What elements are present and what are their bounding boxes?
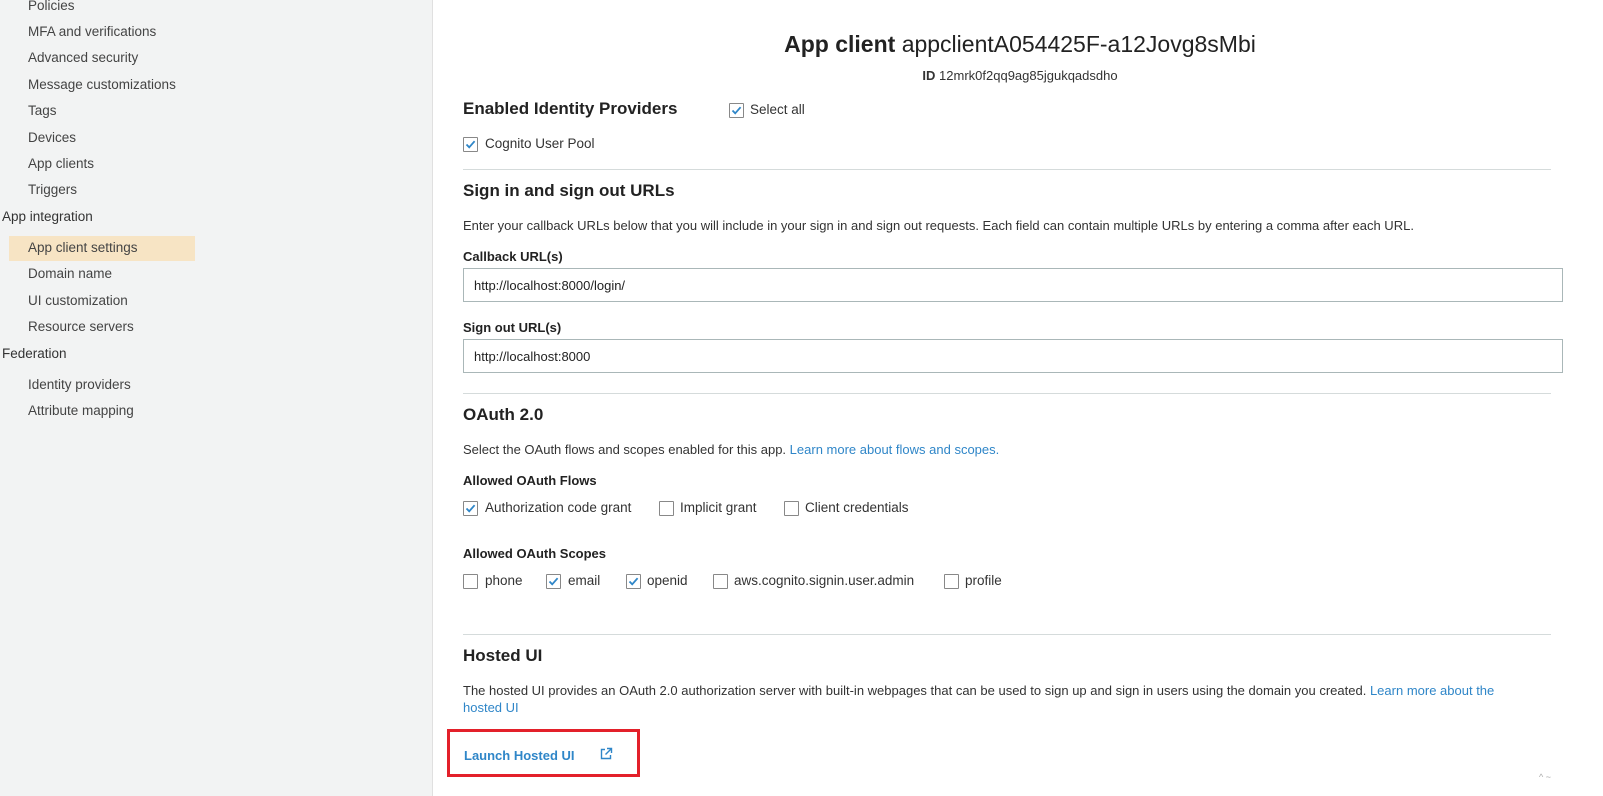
urls-description: Enter your callback URLs below that you … [463,218,1414,233]
signout-url-label: Sign out URL(s) [463,320,562,335]
sidebar-item-policies[interactable]: Policies [28,0,75,13]
checkmark-icon [548,577,559,586]
cognito-user-pool-checkbox[interactable] [463,137,478,152]
cognito-user-pool-label: Cognito User Pool [485,136,595,151]
sidebar-group-app-integration: App integration [2,209,93,224]
page-title-client-name: appclientA054425F-a12Jovg8sMbi [901,31,1256,57]
checkmark-icon [628,577,639,586]
hosted-ui-learn-more-link[interactable]: Learn more about the [1370,683,1494,698]
checkmark-icon [465,140,476,149]
sidebar-item-devices[interactable]: Devices [28,130,76,145]
scope-phone-label: phone [485,573,523,588]
sidebar-group-federation: Federation [2,346,67,361]
client-id-label: ID [922,68,936,83]
signout-url-input[interactable] [463,339,1563,373]
scroll-indicator-icon: ^ ~ [1539,772,1551,782]
oauth-description: Select the OAuth flows and scopes enable… [463,442,787,457]
client-id-value: 12mrk0f2qq9ag85jgukqadsdho [939,68,1118,83]
scope-email-checkbox[interactable] [546,574,561,589]
section-divider [463,393,1551,394]
external-link-icon[interactable] [599,747,613,766]
hosted-ui-title: Hosted UI [463,646,543,665]
sidebar-item-identity-providers[interactable]: Identity providers [28,377,131,392]
implicit-grant-checkbox[interactable] [659,501,674,516]
page-title: App client appclientA054425F-a12Jovg8sMb… [0,31,1603,58]
hosted-ui-description-line: The hosted UI provides an OAuth 2.0 auth… [463,683,1494,698]
checkmark-icon [731,106,742,115]
scope-profile-checkbox[interactable] [944,574,959,589]
select-all-checkbox[interactable] [729,103,744,118]
oauth-scopes-label: Allowed OAuth Scopes [463,546,607,561]
sidebar-item-attribute-mapping[interactable]: Attribute mapping [28,403,134,418]
oauth-flows-label: Allowed OAuth Flows [463,473,597,488]
client-credentials-checkbox[interactable] [784,501,799,516]
sidebar-item-domain-name[interactable]: Domain name [28,266,112,281]
oauth-section-title: OAuth 2.0 [463,405,544,424]
scope-openid-label: openid [647,573,688,588]
callback-url-input[interactable] [463,268,1563,302]
section-divider [463,169,1551,170]
oauth-learn-more-link[interactable]: Learn more about flows and scopes. [790,442,1000,457]
hosted-ui-learn-more-link-cont[interactable]: hosted UI [463,700,519,715]
scope-email-label: email [568,573,601,588]
sidebar-item-tags[interactable]: Tags [28,103,57,118]
main-panel [435,0,1603,796]
select-all-label: Select all [750,102,805,117]
scope-phone-checkbox[interactable] [463,574,478,589]
sidebar-item-resource-servers[interactable]: Resource servers [28,319,134,334]
sidebar: Policies MFA and verifications Advanced … [0,0,433,796]
page-title-prefix: App client [784,31,896,57]
callback-url-label: Callback URL(s) [463,249,563,264]
scope-cognito-admin-checkbox[interactable] [713,574,728,589]
sidebar-item-ui-customization[interactable]: UI customization [28,293,128,308]
oauth-description-line: Select the OAuth flows and scopes enable… [463,442,999,457]
client-credentials-label: Client credentials [805,500,909,515]
scope-cognito-admin-label: aws.cognito.signin.user.admin [734,573,915,588]
scope-openid-checkbox[interactable] [626,574,641,589]
sidebar-item-triggers[interactable]: Triggers [28,182,77,197]
authorization-code-grant-label: Authorization code grant [485,500,632,515]
checkmark-icon [465,504,476,513]
implicit-grant-label: Implicit grant [680,500,757,515]
section-divider [463,634,1551,635]
urls-section-title: Sign in and sign out URLs [463,181,675,200]
authorization-code-grant-checkbox[interactable] [463,501,478,516]
client-id: ID 12mrk0f2qq9ag85jgukqadsdho [0,68,1603,83]
hosted-ui-description: The hosted UI provides an OAuth 2.0 auth… [463,683,1367,698]
launch-hosted-ui-link[interactable]: Launch Hosted UI [464,748,575,763]
sidebar-item-app-clients[interactable]: App clients [28,156,94,171]
scope-profile-label: profile [965,573,1002,588]
sidebar-item-app-client-settings[interactable]: App client settings [28,240,138,255]
identity-providers-title: Enabled Identity Providers [463,99,678,118]
